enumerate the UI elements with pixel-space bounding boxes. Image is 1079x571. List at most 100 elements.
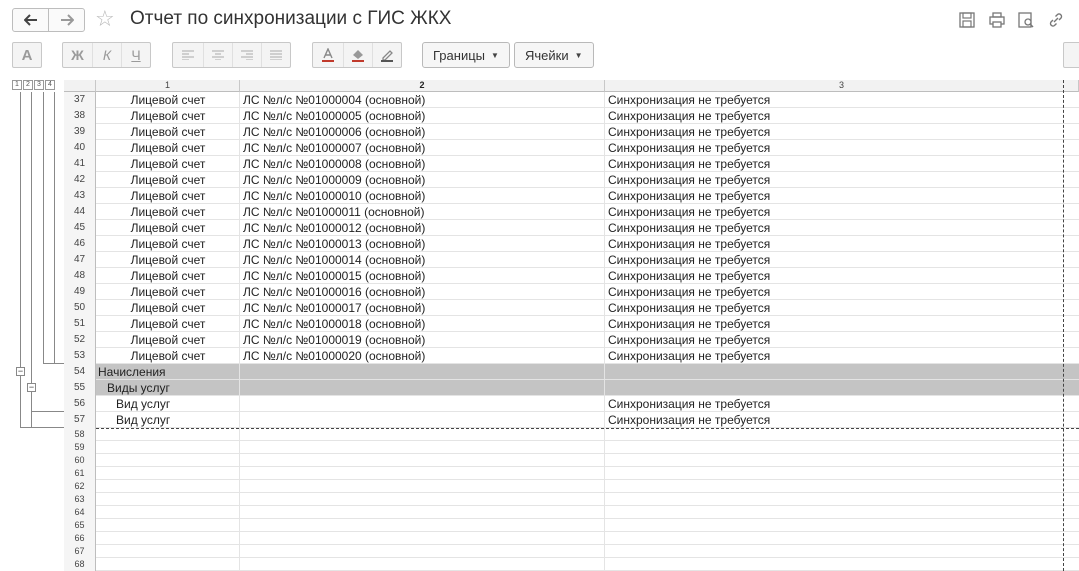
borders-dropdown[interactable]: Границы ▼	[422, 42, 510, 68]
table-cell[interactable]: Лицевой счет	[96, 188, 240, 204]
table-cell[interactable]: Синхронизация не требуется	[608, 124, 1058, 140]
row-number[interactable]: 37	[64, 92, 96, 108]
row-number[interactable]: 50	[64, 300, 96, 316]
corner-header[interactable]	[64, 80, 96, 92]
row-number[interactable]: 43	[64, 188, 96, 204]
table-cell[interactable]: Синхронизация не требуется	[608, 268, 1058, 284]
underline-button[interactable]: Ч	[121, 43, 150, 67]
print-icon[interactable]	[988, 11, 1006, 29]
table-cell[interactable]: Синхронизация не требуется	[608, 220, 1058, 236]
row-number[interactable]: 40	[64, 140, 96, 156]
table-cell[interactable]: ЛС №л/с №01000005 (основной)	[243, 108, 603, 124]
table-cell[interactable]: ЛС №л/с №01000014 (основной)	[243, 252, 603, 268]
table-cell[interactable]: Лицевой счет	[96, 284, 240, 300]
table-cell[interactable]: Лицевой счет	[96, 300, 240, 316]
group-header-cell[interactable]: Начисления	[98, 364, 398, 380]
border-color-button[interactable]	[371, 43, 401, 67]
table-cell[interactable]: Синхронизация не требуется	[608, 172, 1058, 188]
table-cell[interactable]: Лицевой счет	[96, 220, 240, 236]
outline-level-button[interactable]: 4	[45, 80, 55, 90]
align-center-button[interactable]	[202, 43, 232, 67]
table-cell[interactable]: Синхронизация не требуется	[608, 140, 1058, 156]
align-right-button[interactable]	[231, 43, 261, 67]
table-cell[interactable]: ЛС №л/с №01000015 (основной)	[243, 268, 603, 284]
collapse-icon[interactable]: −	[16, 367, 25, 376]
row-number[interactable]: 48	[64, 268, 96, 284]
row-number[interactable]: 60	[64, 454, 96, 467]
fill-color-button[interactable]	[342, 43, 372, 67]
table-cell[interactable]: ЛС №л/с №01000013 (основной)	[243, 236, 603, 252]
bold-button[interactable]: Ж	[63, 43, 92, 67]
align-justify-button[interactable]	[260, 43, 290, 67]
row-number[interactable]: 46	[64, 236, 96, 252]
table-cell[interactable]: ЛС №л/с №01000004 (основной)	[243, 92, 603, 108]
table-cell[interactable]: Лицевой счет	[96, 316, 240, 332]
row-number[interactable]: 51	[64, 316, 96, 332]
table-cell[interactable]: Синхронизация не требуется	[608, 316, 1058, 332]
table-cell[interactable]: ЛС №л/с №01000019 (основной)	[243, 332, 603, 348]
table-cell[interactable]: ЛС №л/с №01000007 (основной)	[243, 140, 603, 156]
table-cell[interactable]: Синхронизация не требуется	[608, 412, 1058, 428]
row-number[interactable]: 59	[64, 441, 96, 454]
table-cell[interactable]: Вид услуг	[96, 396, 240, 412]
table-cell[interactable]: ЛС №л/с №01000020 (основной)	[243, 348, 603, 364]
column-header[interactable]: 1	[96, 80, 240, 92]
row-number[interactable]: 64	[64, 506, 96, 519]
back-button[interactable]	[12, 8, 49, 32]
link-icon[interactable]	[1047, 11, 1065, 29]
table-cell[interactable]: Синхронизация не требуется	[608, 188, 1058, 204]
outline-level-button[interactable]: 2	[23, 80, 33, 90]
row-number[interactable]: 57	[64, 412, 96, 428]
column-header[interactable]: 2	[240, 80, 605, 92]
table-cell[interactable]: Лицевой счет	[96, 348, 240, 364]
table-cell[interactable]: Лицевой счет	[96, 268, 240, 284]
table-cell[interactable]: Синхронизация не требуется	[608, 348, 1058, 364]
table-cell[interactable]: Лицевой счет	[96, 172, 240, 188]
table-cell[interactable]: ЛС №л/с №01000012 (основной)	[243, 220, 603, 236]
row-number[interactable]: 52	[64, 332, 96, 348]
align-left-button[interactable]	[174, 43, 203, 67]
more-button[interactable]	[1063, 42, 1079, 68]
save-icon[interactable]	[958, 11, 976, 29]
table-cell[interactable]: Лицевой счет	[96, 332, 240, 348]
row-number[interactable]: 41	[64, 156, 96, 172]
table-cell[interactable]: Лицевой счет	[96, 252, 240, 268]
table-cell[interactable]: ЛС №л/с №01000009 (основной)	[243, 172, 603, 188]
table-cell[interactable]: Лицевой счет	[96, 236, 240, 252]
table-cell[interactable]: ЛС №л/с №01000016 (основной)	[243, 284, 603, 300]
group-header-cell[interactable]: Виды услуг	[107, 380, 407, 396]
row-number[interactable]: 53	[64, 348, 96, 364]
table-cell[interactable]: Синхронизация не требуется	[608, 300, 1058, 316]
row-number[interactable]: 45	[64, 220, 96, 236]
table-cell[interactable]: ЛС №л/с №01000006 (основной)	[243, 124, 603, 140]
row-number[interactable]: 65	[64, 519, 96, 532]
preview-icon[interactable]	[1017, 11, 1035, 29]
row-number[interactable]: 58	[64, 428, 96, 441]
row-number[interactable]: 68	[64, 558, 96, 571]
table-cell[interactable]: Лицевой счет	[96, 108, 240, 124]
cells-dropdown[interactable]: Ячейки ▼	[514, 42, 594, 68]
table-cell[interactable]: Лицевой счет	[96, 156, 240, 172]
row-number[interactable]: 44	[64, 204, 96, 220]
table-cell[interactable]: Лицевой счет	[96, 92, 240, 108]
row-number[interactable]: 55	[64, 380, 96, 396]
table-cell[interactable]: Синхронизация не требуется	[608, 156, 1058, 172]
table-cell[interactable]: Вид услуг	[96, 412, 240, 428]
row-number[interactable]: 38	[64, 108, 96, 124]
table-cell[interactable]: Синхронизация не требуется	[608, 396, 1058, 412]
table-cell[interactable]: Синхронизация не требуется	[608, 108, 1058, 124]
table-cell[interactable]: ЛС №л/с №01000018 (основной)	[243, 316, 603, 332]
row-number[interactable]: 56	[64, 396, 96, 412]
table-cell[interactable]: Синхронизация не требуется	[608, 332, 1058, 348]
outline-level-button[interactable]: 3	[34, 80, 44, 90]
table-cell[interactable]: Лицевой счет	[96, 140, 240, 156]
row-number[interactable]: 67	[64, 545, 96, 558]
row-number[interactable]: 39	[64, 124, 96, 140]
table-cell[interactable]: Синхронизация не требуется	[608, 252, 1058, 268]
table-cell[interactable]: Синхронизация не требуется	[608, 236, 1058, 252]
table-cell[interactable]: ЛС №л/с №01000011 (основной)	[243, 204, 603, 220]
collapse-icon[interactable]: −	[27, 383, 36, 392]
row-number[interactable]: 61	[64, 467, 96, 480]
table-cell[interactable]: Синхронизация не требуется	[608, 204, 1058, 220]
table-cell[interactable]: Синхронизация не требуется	[608, 284, 1058, 300]
